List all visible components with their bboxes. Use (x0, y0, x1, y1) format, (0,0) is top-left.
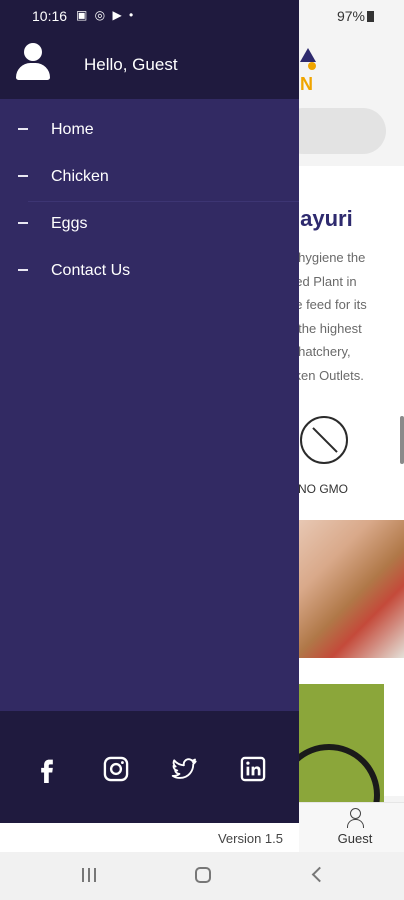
recent-apps-button[interactable] (78, 866, 102, 886)
promo-image (298, 684, 384, 802)
dash-icon (18, 175, 28, 177)
status-right: 97% (337, 8, 374, 24)
notification-icons: ▣ ◎ ▶ • (76, 8, 136, 22)
menu-item-home[interactable]: Home (0, 106, 299, 153)
brand-logo: N (296, 42, 320, 94)
drawer-menu: Home Chicken Eggs Contact Us (0, 106, 299, 294)
dash-icon (18, 128, 28, 130)
dash-icon (18, 269, 28, 271)
greeting-text: Hello, Guest (84, 55, 178, 74)
menu-item-label: Home (51, 121, 94, 138)
version-label: Version 1.5 (217, 831, 283, 846)
chicken-photo (298, 520, 404, 658)
navigation-drawer: Hello, Guest Home Chicken Eggs Contact U… (0, 0, 299, 823)
menu-item-eggs[interactable]: Eggs (0, 200, 299, 247)
drawer-footer (0, 711, 299, 823)
dash-icon (18, 222, 28, 224)
no-gmo-label: NO GMO (298, 482, 348, 496)
battery-icon (367, 11, 374, 22)
status-time: 10:16 (32, 8, 68, 24)
guest-tab-label: Guest (337, 831, 373, 846)
menu-item-label: Chicken (51, 168, 109, 185)
version-bar: Version 1.5 (0, 823, 299, 853)
no-gmo-icon (300, 416, 348, 464)
guest-tab[interactable]: Guest (320, 804, 390, 850)
section-heading: layuri (294, 206, 353, 231)
menu-divider (28, 201, 299, 202)
battery-level: 97% (336, 8, 365, 24)
twitter-icon[interactable] (170, 755, 198, 783)
system-navigation-bar (0, 852, 404, 900)
instagram-icon[interactable] (102, 755, 130, 783)
menu-item-label: Contact Us (51, 262, 131, 279)
menu-item-chicken[interactable]: Chicken (0, 153, 299, 200)
status-bar: 10:16 ▣ ◎ ▶ • 97% (0, 0, 404, 32)
scrollbar[interactable] (400, 416, 404, 464)
section-paragraph: s hygiene the eed Plant in ne feed for i… (288, 250, 367, 383)
avatar-icon (16, 43, 50, 81)
user-icon (346, 808, 364, 828)
home-button[interactable] (191, 866, 215, 886)
menu-item-label: Eggs (51, 215, 88, 232)
menu-item-contact-us[interactable]: Contact Us (0, 247, 299, 294)
facebook-icon[interactable] (33, 755, 61, 783)
back-button[interactable] (306, 866, 330, 886)
linkedin-icon[interactable] (239, 755, 267, 783)
